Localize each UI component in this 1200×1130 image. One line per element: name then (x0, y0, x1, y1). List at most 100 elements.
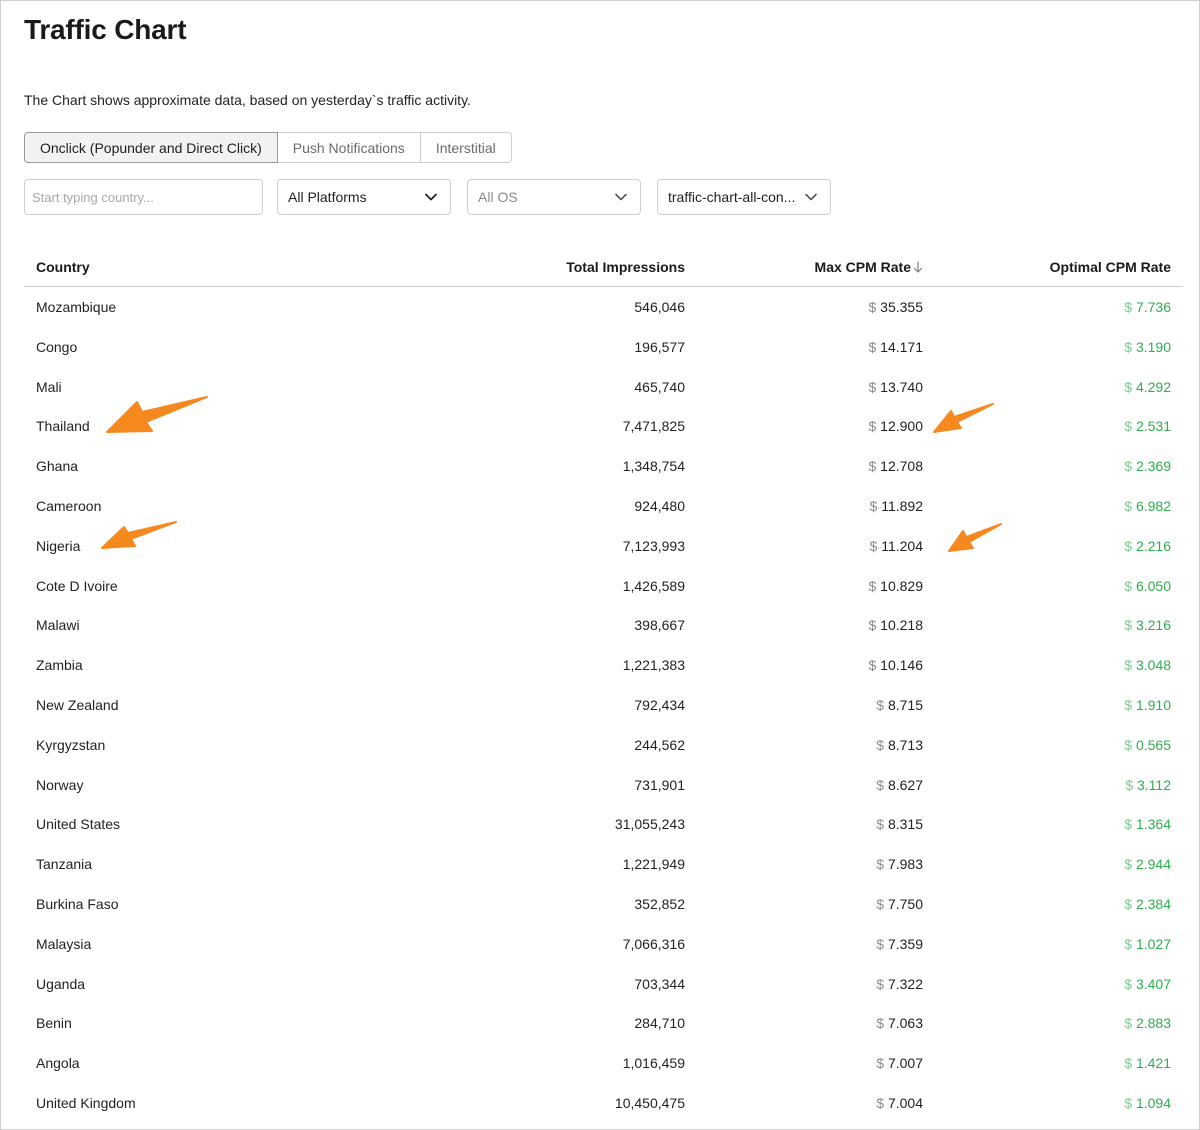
max-cpm-value: 11.204 (881, 537, 923, 554)
header-max-cpm-rate[interactable]: Max CPM Rate (815, 259, 923, 275)
cell-max-cpm: $ 12.900 (868, 418, 923, 434)
cell-optimal-cpm: $ 7.736 (1124, 299, 1171, 315)
cell-max-cpm: $ 7.359 (876, 936, 923, 952)
optimal-cpm-value: 2.216 (1135, 537, 1171, 554)
header-optimal-cpm-rate[interactable]: Optimal CPM Rate (1050, 259, 1171, 275)
cell-optimal-cpm: $ 2.944 (1124, 856, 1171, 872)
currency-symbol: $ (869, 537, 878, 554)
table-row: Angola 1,016,459 $ 7.007 $ 1.421 (24, 1043, 1183, 1083)
chevron-down-icon (425, 193, 437, 201)
currency-symbol: $ (868, 299, 877, 315)
cell-optimal-cpm: $ 2.216 (1124, 538, 1171, 554)
currency-symbol: $ (868, 617, 877, 634)
currency-symbol: $ (876, 1055, 885, 1072)
country-search-input[interactable] (24, 179, 263, 215)
filter-bar: All Platforms All OS traffic-chart-all-c… (0, 179, 1200, 215)
annotation-arrow-nigeria-cpm (948, 523, 1002, 552)
optimal-cpm-value: 1.094 (1135, 1094, 1171, 1111)
cell-impressions: 1,426,589 (622, 577, 685, 594)
currency-symbol: $ (876, 856, 885, 873)
cell-country: Mozambique (36, 299, 117, 315)
cell-country: Norway (36, 776, 84, 793)
currency-symbol: $ (876, 776, 885, 793)
optimal-cpm-value: 2.369 (1135, 458, 1171, 475)
max-cpm-value: 12.708 (880, 458, 923, 475)
max-cpm-value: 7.007 (887, 1055, 923, 1072)
optimal-cpm-value: 0.565 (1135, 736, 1171, 753)
cell-impressions: 7,471,825 (622, 418, 685, 435)
currency-symbol: $ (876, 696, 885, 713)
max-cpm-value: 7.359 (887, 935, 923, 952)
cell-optimal-cpm: $ 0.565 (1124, 737, 1171, 753)
list-select[interactable]: traffic-chart-all-con... (657, 179, 831, 215)
currency-symbol: $ (1124, 299, 1133, 315)
table-row: Cameroon 924,480 $ 11.892 $ 6.982 (24, 486, 1183, 526)
optimal-cpm-value: 3.112 (1137, 776, 1171, 793)
max-cpm-value: 14.171 (880, 338, 923, 355)
currency-symbol: $ (1124, 856, 1133, 873)
cell-impressions: 924,480 (634, 497, 685, 514)
page-subtitle: The Chart shows approximate data, based … (24, 92, 471, 108)
cell-country: Cameroon (36, 497, 102, 514)
cell-impressions: 10,450,475 (614, 1094, 685, 1111)
max-cpm-value: 8.713 (887, 736, 923, 753)
optimal-cpm-value: 2.531 (1135, 418, 1171, 435)
currency-symbol: $ (868, 378, 877, 395)
tab-interstitial[interactable]: Interstitial (420, 132, 512, 163)
cell-optimal-cpm: $ 4.292 (1124, 379, 1171, 395)
optimal-cpm-value: 1.364 (1135, 816, 1171, 833)
cell-country: United States (36, 816, 121, 833)
header-max-cpm-label: Max CPM Rate (814, 259, 911, 275)
table-row: New Zealand 792,434 $ 8.715 $ 1.910 (24, 685, 1183, 725)
cell-optimal-cpm: $ 2.384 (1124, 896, 1171, 912)
cell-max-cpm: $ 35.355 (868, 299, 923, 315)
optimal-cpm-value: 1.027 (1135, 935, 1171, 952)
os-select[interactable]: All OS (467, 179, 641, 215)
cell-optimal-cpm: $ 3.112 (1125, 777, 1171, 793)
cell-max-cpm: $ 10.146 (868, 657, 923, 673)
currency-symbol: $ (1124, 418, 1133, 435)
cell-impressions: 1,221,383 (622, 657, 685, 674)
cell-impressions: 731,901 (634, 776, 685, 793)
cell-country: Angola (36, 1055, 80, 1072)
cell-country: New Zealand (36, 696, 119, 713)
cell-max-cpm: $ 13.740 (868, 379, 923, 395)
annotation-arrow-nigeria (101, 521, 177, 549)
header-country[interactable]: Country (36, 259, 90, 275)
cell-optimal-cpm: $ 2.369 (1124, 458, 1171, 474)
max-cpm-value: 8.715 (887, 696, 923, 713)
cell-max-cpm: $ 7.983 (876, 856, 923, 872)
cell-max-cpm: $ 7.322 (876, 976, 923, 992)
cell-country: Mali (36, 378, 62, 395)
cell-max-cpm: $ 8.713 (876, 737, 923, 753)
cell-country: Uganda (36, 975, 86, 992)
header-total-impressions[interactable]: Total Impressions (566, 259, 685, 275)
currency-symbol: $ (1124, 577, 1133, 594)
cell-impressions: 703,344 (634, 975, 685, 992)
currency-symbol: $ (876, 736, 885, 753)
page-title: Traffic Chart (24, 14, 187, 45)
max-cpm-value: 8.627 (887, 776, 923, 793)
currency-symbol: $ (1124, 895, 1133, 912)
cell-max-cpm: $ 8.627 (876, 777, 923, 793)
table-row: Tanzania 1,221,949 $ 7.983 $ 2.944 (24, 844, 1183, 884)
currency-symbol: $ (876, 975, 885, 992)
cell-impressions: 284,710 (634, 1015, 685, 1032)
max-cpm-value: 11.892 (881, 497, 923, 514)
optimal-cpm-value: 7.736 (1135, 299, 1171, 315)
platform-select[interactable]: All Platforms (277, 179, 451, 215)
cell-country: Ghana (36, 458, 79, 475)
cell-optimal-cpm: $ 1.910 (1124, 697, 1171, 713)
tab-onclick[interactable]: Onclick (Popunder and Direct Click) (24, 132, 278, 163)
table-row: Malaysia 7,066,316 $ 7.359 $ 1.027 (24, 924, 1183, 964)
optimal-cpm-value: 6.982 (1135, 497, 1171, 514)
table-row: Kyrgyzstan 244,562 $ 8.713 $ 0.565 (24, 725, 1183, 765)
currency-symbol: $ (868, 338, 877, 355)
tab-push-notifications[interactable]: Push Notifications (277, 132, 421, 163)
currency-symbol: $ (869, 497, 878, 514)
cell-impressions: 792,434 (634, 696, 685, 713)
cell-optimal-cpm: $ 1.094 (1124, 1095, 1171, 1111)
cell-impressions: 352,852 (634, 895, 685, 912)
currency-symbol: $ (1124, 537, 1133, 554)
currency-symbol: $ (1124, 696, 1133, 713)
